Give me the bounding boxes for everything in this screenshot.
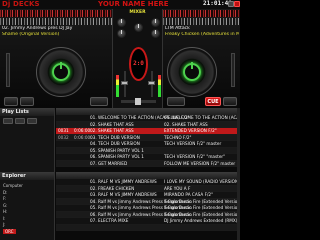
vu-meter-right xyxy=(158,75,161,97)
browser-panel: Play Lists 01. WELCOME TO THE ACTION (AC… xyxy=(0,108,240,240)
add-playlist-button[interactable] xyxy=(3,118,13,124)
explorer-item[interactable]: G: xyxy=(3,203,7,208)
deck-right-jogwheel[interactable] xyxy=(167,47,217,97)
explorer-header: Explorer xyxy=(0,172,54,180)
cell-title: 07. GET MARRIED xyxy=(90,160,128,166)
waveform-detail-right[interactable] xyxy=(163,18,240,25)
deck-right-sync-button[interactable] xyxy=(167,97,185,106)
crossfader-cap[interactable] xyxy=(135,98,141,105)
deck-left-pitch-slider[interactable] xyxy=(6,53,10,87)
deck-right-title: Freaky Chicken (Adventures in Miami P xyxy=(165,32,239,37)
deck-left-cue-button[interactable] xyxy=(4,97,18,106)
title-bar: Dj DECKS YOUR NAME HERE 21:01:40 xyxy=(0,0,240,9)
table-row[interactable] xyxy=(56,224,240,231)
crossfader[interactable] xyxy=(121,98,156,105)
playlist-options-button[interactable] xyxy=(27,118,37,124)
deck-left-title: Shame (Original Version) xyxy=(2,32,60,37)
explorer-item[interactable]: H: xyxy=(3,209,7,214)
mixer: MIXER 2:0 xyxy=(112,9,163,108)
eq-high-knob-left[interactable] xyxy=(117,29,126,38)
explorer-item[interactable]: D: xyxy=(3,190,7,195)
volume-fader-right-cap[interactable] xyxy=(148,81,155,85)
vu-meter-left xyxy=(116,75,119,97)
gain-knob-right[interactable] xyxy=(151,18,160,27)
deck-right-pitch-slider[interactable] xyxy=(231,53,235,87)
explorer-sidebar: Explorer Computer D: F: G: H: I: J: ORC xyxy=(0,172,55,240)
deck-right: LTM Attack Freaky Chicken (Adventures in… xyxy=(163,9,240,108)
table-row[interactable]: 07. GET MARRIED FOLLOW ME VERSION F/2" ma… xyxy=(56,160,240,167)
power-icon xyxy=(52,62,70,81)
volume-fader-right[interactable] xyxy=(148,71,155,97)
power-icon xyxy=(183,62,201,81)
close-icon[interactable] xyxy=(234,1,240,7)
explorer-item[interactable]: I: xyxy=(3,216,6,221)
app-logo: Dj DECKS xyxy=(2,0,40,8)
table-header xyxy=(56,108,240,115)
mixer-title: MIXER xyxy=(129,10,146,15)
scrollbar[interactable] xyxy=(237,108,240,172)
master-knob[interactable] xyxy=(134,23,143,32)
playlists-header: Play Lists xyxy=(0,108,54,116)
deck-left-play-button[interactable] xyxy=(20,97,34,106)
deck-left-jogwheel[interactable] xyxy=(36,47,86,97)
explorer-item[interactable]: J: xyxy=(3,222,6,227)
cell-artist: FOLLOW ME VERSION F/2" master xyxy=(164,160,236,166)
skin-title: YOUR NAME HERE xyxy=(98,0,169,8)
waveform-detail[interactable] xyxy=(0,18,112,25)
mixer-display: 2:0 xyxy=(129,47,148,81)
explorer-item[interactable]: ORC xyxy=(3,228,16,234)
deck-left-artist: 02. Jimmy Andrews pres DJ Jay xyxy=(2,26,73,31)
deck-right-play-button[interactable] xyxy=(223,97,237,106)
deck-left-sync-button[interactable] xyxy=(90,97,108,106)
gain-knob-left[interactable] xyxy=(117,18,126,27)
remove-playlist-button[interactable] xyxy=(15,118,25,124)
deck-left: 02. Jimmy Andrews pres DJ Jay Shame (Ori… xyxy=(0,9,112,108)
explorer-item[interactable]: F: xyxy=(3,196,6,201)
explorer-table: 01. RALF M VS JIMMY ANDREWS I LOVE MY SOU… xyxy=(56,172,240,240)
waveform-overview-right[interactable] xyxy=(163,10,240,17)
playlists-sidebar: Play Lists xyxy=(0,108,55,172)
eq-high-knob-right[interactable] xyxy=(151,29,160,38)
deck-right-artist: LTM Attack xyxy=(165,26,190,31)
volume-fader-left-cap[interactable] xyxy=(121,81,128,85)
mixer-display-value: 2:0 xyxy=(133,60,144,67)
playlist-table: 01. WELCOME TO THE ACTION (ACAPELLA) F/2… xyxy=(56,108,240,172)
table-header xyxy=(56,172,240,179)
scrollbar[interactable] xyxy=(237,172,240,240)
waveform-overview[interactable] xyxy=(0,10,112,17)
explorer-item[interactable]: Computer xyxy=(3,183,23,188)
deck-right-cue-button[interactable]: CUE xyxy=(205,97,221,106)
volume-fader-left[interactable] xyxy=(121,71,128,97)
